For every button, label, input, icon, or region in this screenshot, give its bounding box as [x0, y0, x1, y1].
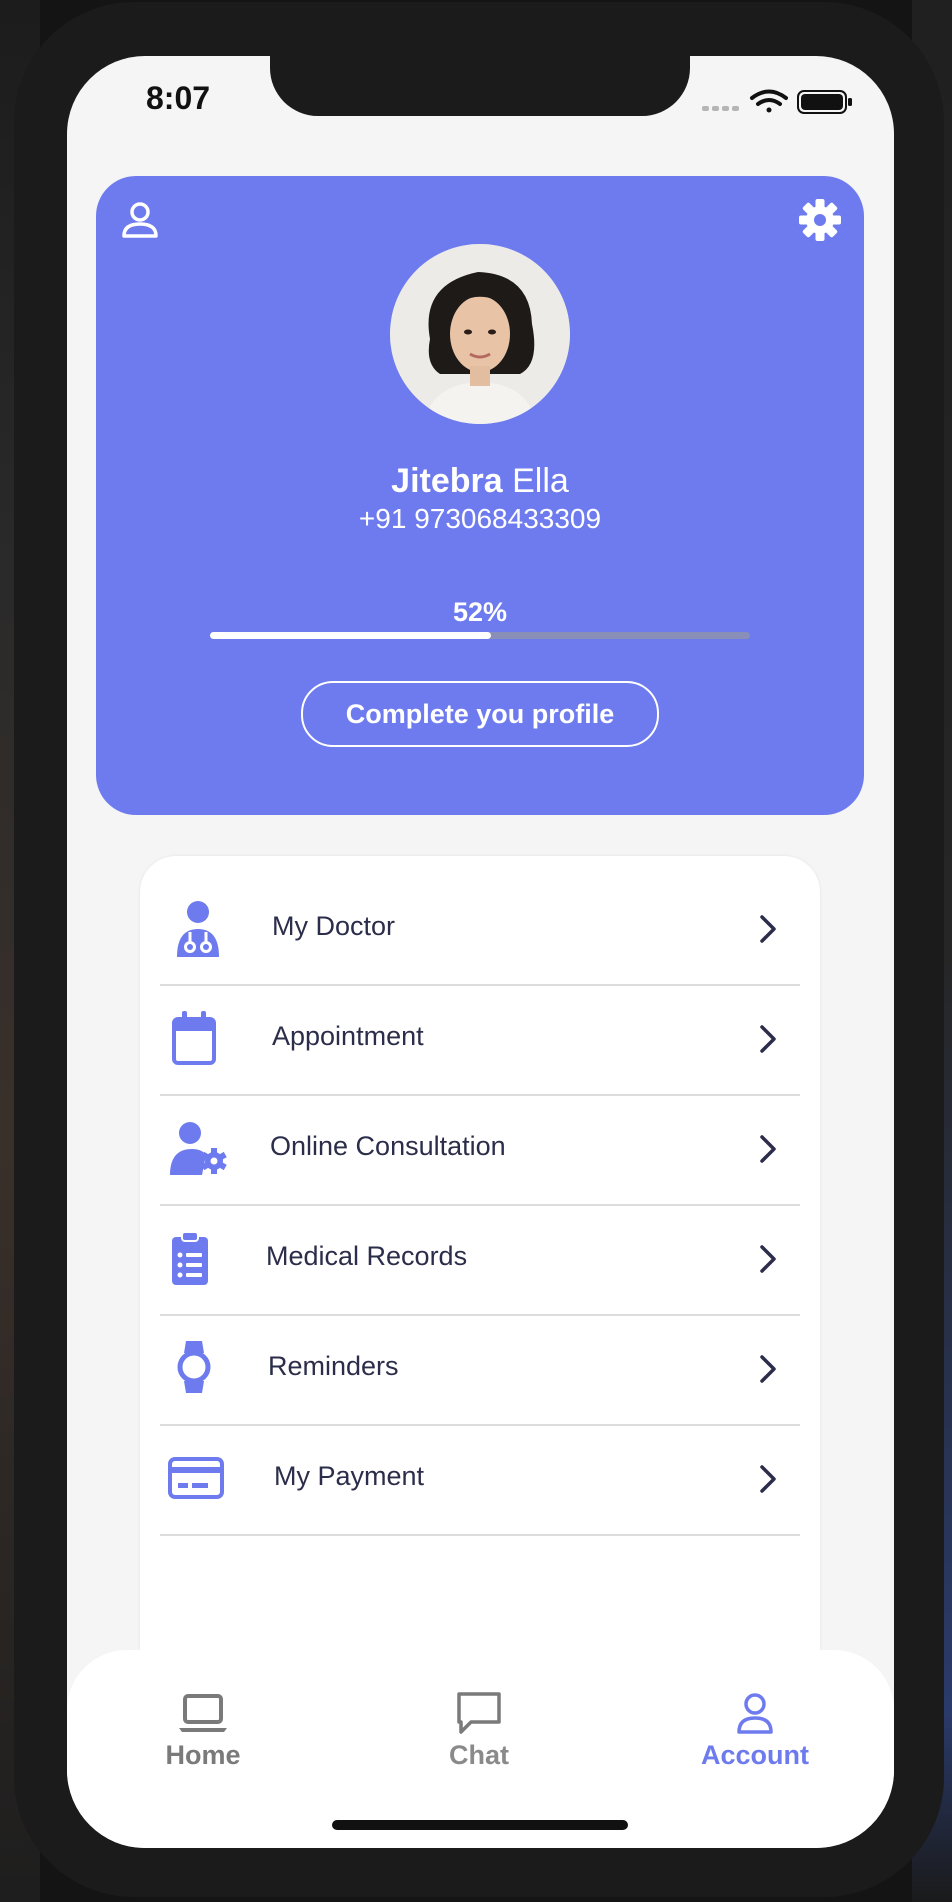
- profile-completion-percent: 52%: [452, 597, 508, 627]
- avatar[interactable]: [390, 244, 570, 424]
- menu-item-reminders[interactable]: Reminders: [160, 1315, 800, 1426]
- chevron-right-icon: [760, 1135, 776, 1163]
- credit-card-icon: [168, 1457, 224, 1499]
- menu-item-appointment[interactable]: Appointment: [160, 985, 800, 1096]
- user-name: Jitebra Ella: [96, 462, 864, 501]
- home-indicator: [332, 1820, 628, 1830]
- menu-item-medical-records[interactable]: Medical Records: [160, 1205, 800, 1316]
- profile-user-icon[interactable]: [120, 200, 160, 240]
- phone-notch: [270, 56, 690, 116]
- tab-label: Chat: [449, 1740, 509, 1770]
- chevron-right-icon: [760, 1355, 776, 1383]
- menu-item-my-doctor[interactable]: My Doctor: [160, 875, 800, 986]
- watch-icon: [177, 1341, 211, 1393]
- tab-label: Home: [165, 1740, 241, 1770]
- clipboard-list-icon: [172, 1231, 208, 1285]
- user-icon: [737, 1693, 773, 1734]
- doctor-icon: [177, 901, 219, 957]
- wifi-icon: [750, 89, 788, 113]
- battery-icon: [797, 90, 852, 114]
- chevron-right-icon: [760, 1465, 776, 1493]
- tab-label: Account: [701, 1740, 809, 1770]
- menu-item-my-payment[interactable]: My Payment: [160, 1425, 800, 1536]
- profile-progress-bar: [210, 632, 750, 639]
- status-icons: [702, 89, 852, 114]
- menu-item-label: My Payment: [274, 1461, 425, 1491]
- calendar-icon: [172, 1011, 216, 1065]
- laptop-icon: [179, 1694, 227, 1732]
- tab-chat[interactable]: Chat: [404, 1690, 554, 1771]
- menu-item-label: Online Consultation: [270, 1131, 506, 1161]
- user-gear-icon: [170, 1122, 227, 1175]
- user-phone: +91 973068433309: [358, 503, 602, 534]
- user-last-name: Ella: [512, 462, 569, 500]
- tab-home[interactable]: Home: [128, 1690, 278, 1771]
- user-first-name: Jitebra: [391, 462, 503, 500]
- tab-account[interactable]: Account: [680, 1690, 830, 1771]
- menu-item-label: Reminders: [268, 1351, 399, 1381]
- menu-item-label: Medical Records: [266, 1241, 468, 1271]
- chevron-right-icon: [760, 1245, 776, 1273]
- menu-item-label: My Doctor: [272, 911, 396, 941]
- chevron-right-icon: [760, 1025, 776, 1053]
- signal-icon: [702, 106, 739, 111]
- menu-item-online-consultation[interactable]: Online Consultation: [160, 1095, 800, 1206]
- complete-profile-button[interactable]: Complete you profile: [301, 681, 659, 747]
- status-time: 8:07: [146, 80, 211, 116]
- avatar-portrait: [390, 244, 570, 424]
- menu-item-label: Appointment: [272, 1021, 424, 1051]
- profile-progress-fill: [210, 632, 491, 639]
- chevron-right-icon: [760, 915, 776, 943]
- settings-gear-icon[interactable]: [798, 198, 842, 242]
- chat-icon: [457, 1692, 501, 1734]
